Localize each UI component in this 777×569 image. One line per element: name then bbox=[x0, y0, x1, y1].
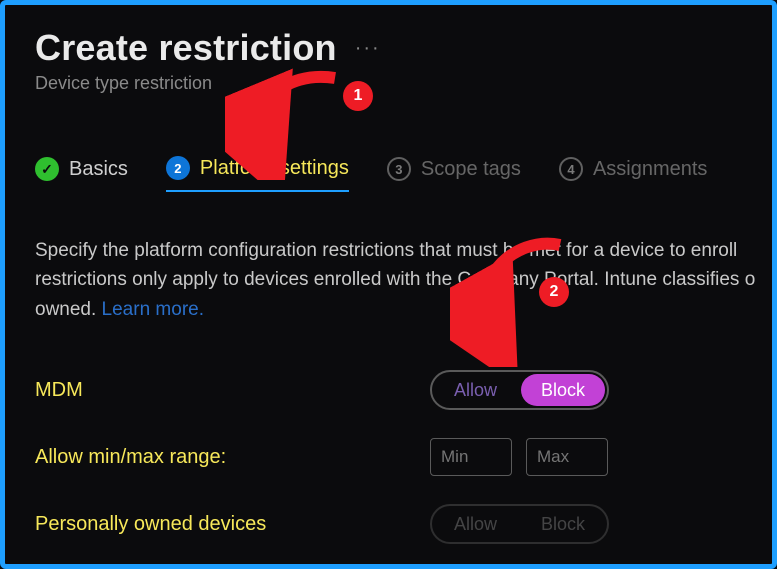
row-personally-owned: Personally owned devices Allow Block bbox=[35, 504, 772, 544]
step-platform-settings[interactable]: 2 Platform settings bbox=[166, 156, 349, 192]
min-input[interactable] bbox=[430, 438, 512, 476]
minmax-label: Allow min/max range: bbox=[35, 446, 430, 469]
step-number-icon: 4 bbox=[559, 157, 583, 181]
check-icon: ✓ bbox=[35, 157, 59, 181]
mdm-block-option[interactable]: Block bbox=[521, 374, 605, 406]
wizard-steps: ✓ Basics 2 Platform settings 3 Scope tag… bbox=[35, 156, 772, 192]
step-scope-tags[interactable]: 3 Scope tags bbox=[387, 157, 521, 191]
learn-more-link[interactable]: Learn more. bbox=[102, 299, 204, 320]
step-number-icon: 2 bbox=[166, 156, 190, 180]
page-subtitle: Device type restriction bbox=[35, 73, 772, 94]
description-text: Specify the platform configuration restr… bbox=[35, 236, 772, 324]
pod-block-option: Block bbox=[519, 506, 607, 542]
page-title: Create restriction bbox=[35, 27, 337, 69]
more-actions-button[interactable]: ··· bbox=[355, 37, 381, 60]
row-minmax: Allow min/max range: bbox=[35, 438, 772, 476]
pod-allow-option: Allow bbox=[432, 506, 519, 542]
step-assignments[interactable]: 4 Assignments bbox=[559, 157, 708, 191]
step-label: Assignments bbox=[593, 158, 708, 181]
step-label: Platform settings bbox=[200, 157, 349, 180]
pod-toggle: Allow Block bbox=[430, 504, 609, 544]
mdm-allow-option[interactable]: Allow bbox=[432, 372, 519, 408]
pod-label: Personally owned devices bbox=[35, 513, 430, 536]
step-basics[interactable]: ✓ Basics bbox=[35, 157, 128, 191]
max-input[interactable] bbox=[526, 438, 608, 476]
row-mdm: MDM Allow Block bbox=[35, 370, 772, 410]
mdm-toggle[interactable]: Allow Block bbox=[430, 370, 609, 410]
step-label: Basics bbox=[69, 158, 128, 181]
step-label: Scope tags bbox=[421, 158, 521, 181]
step-number-icon: 3 bbox=[387, 157, 411, 181]
mdm-label: MDM bbox=[35, 379, 430, 402]
